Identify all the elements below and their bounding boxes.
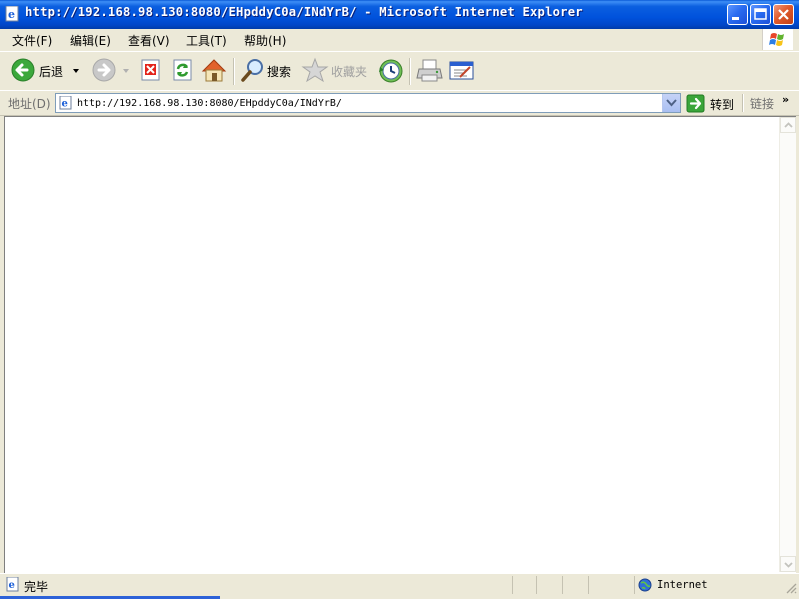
printer-icon: [416, 59, 443, 82]
toolbar-separator: [233, 58, 235, 85]
back-dropdown-icon[interactable]: [72, 67, 80, 75]
back-label: 后退: [39, 65, 64, 79]
status-pane: [536, 576, 560, 594]
chevron-down-icon: [666, 99, 677, 107]
address-field[interactable]: e: [55, 93, 681, 113]
title-bar[interactable]: e http://192.168.98.130:8080/EHpddyC0a/I…: [0, 0, 799, 29]
menu-bar: 文件(F) 编辑(E) 查看(V) 工具(T) 帮助(H): [0, 29, 799, 52]
taskbar-edge: [0, 595, 799, 599]
minimize-icon: [732, 17, 739, 20]
favorites-star-icon: [301, 57, 329, 83]
address-dropdown-button[interactable]: [662, 94, 680, 112]
menu-view[interactable]: 查看(V): [128, 32, 170, 49]
status-text: 完毕: [24, 580, 49, 594]
ie-title-icon: e: [5, 6, 19, 22]
minimize-button[interactable]: [727, 4, 748, 25]
scroll-down-button[interactable]: [780, 556, 796, 572]
resize-grip-icon[interactable]: [785, 582, 797, 594]
scroll-up-button[interactable]: [780, 117, 796, 133]
forward-dropdown-icon: [123, 69, 129, 73]
windows-logo: [762, 29, 793, 50]
svg-text:e: e: [62, 99, 68, 110]
go-label: 转到: [710, 98, 735, 112]
close-button[interactable]: [773, 4, 794, 25]
status-bar: e 完毕 Internet: [0, 573, 799, 596]
stop-icon: [141, 59, 160, 81]
standard-toolbar: 后退 搜索 收藏夹: [0, 52, 799, 91]
home-button[interactable]: [200, 57, 228, 85]
maximize-icon: [754, 8, 767, 20]
favorites-label: 收藏夹: [331, 65, 368, 79]
forward-arrow-icon: [92, 58, 116, 82]
links-chevron-icon[interactable]: »: [782, 93, 789, 106]
windows-flag-icon: [769, 33, 784, 46]
ie-status-icon: e: [6, 577, 19, 592]
globe-icon: [638, 578, 652, 592]
maximize-button[interactable]: [750, 4, 771, 25]
edit-icon: [449, 61, 474, 80]
search-icon: [241, 59, 263, 82]
svg-text:e: e: [9, 580, 15, 591]
address-input[interactable]: [77, 96, 657, 110]
svg-text:e: e: [8, 8, 15, 21]
scroll-down-icon: [784, 562, 793, 568]
address-label: 地址(D): [8, 97, 51, 111]
refresh-button[interactable]: [170, 57, 196, 85]
menu-edit[interactable]: 编辑(E): [70, 32, 111, 49]
search-label: 搜索: [267, 65, 292, 79]
stop-button[interactable]: [138, 57, 164, 85]
vertical-scrollbar[interactable]: [779, 117, 796, 572]
search-button[interactable]: 搜索: [240, 57, 296, 85]
ie-page-icon: e: [59, 96, 72, 110]
links-separator: [742, 94, 744, 112]
edit-button[interactable]: [448, 57, 476, 85]
security-zone-label: Internet: [657, 579, 708, 591]
history-button[interactable]: [377, 57, 405, 85]
close-icon: [778, 9, 789, 20]
back-arrow-icon: [11, 58, 35, 82]
browser-window: e http://192.168.98.130:8080/EHpddyC0a/I…: [0, 0, 799, 599]
back-button[interactable]: 后退: [8, 57, 86, 85]
menu-help[interactable]: 帮助(H): [244, 32, 286, 49]
toolbar-separator-2: [409, 58, 411, 85]
go-button[interactable]: 转到: [686, 94, 740, 113]
status-pane: [512, 576, 534, 594]
status-pane: [588, 576, 632, 594]
address-bar: 地址(D) e 转到 链接 »: [0, 90, 799, 116]
menu-tools[interactable]: 工具(T): [186, 32, 227, 49]
page-content[interactable]: [4, 116, 796, 573]
window-title: http://192.168.98.130:8080/EHpddyC0a/INd…: [25, 5, 583, 19]
scroll-up-icon: [784, 122, 793, 128]
print-button[interactable]: [416, 57, 444, 85]
refresh-icon: [173, 59, 192, 81]
history-icon: [379, 59, 403, 83]
favorites-button[interactable]: 收藏夹: [301, 57, 371, 85]
go-arrow-icon: [686, 94, 705, 113]
links-button[interactable]: 链接: [750, 95, 774, 112]
status-pane: [562, 576, 586, 594]
home-icon: [201, 59, 227, 82]
forward-button[interactable]: [89, 57, 135, 85]
menu-file[interactable]: 文件(F): [12, 32, 52, 49]
